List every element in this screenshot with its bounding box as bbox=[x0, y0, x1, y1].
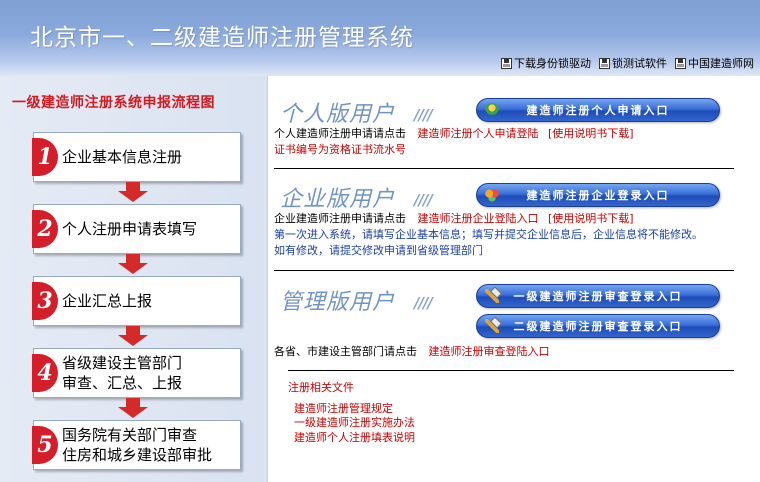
header-banner: 北京市一、二级建造师注册管理系统 下载身份锁驱动 锁测试软件 中国建造师网 bbox=[0, 0, 760, 76]
docs-title: 注册相关文件 bbox=[288, 381, 354, 394]
down-arrow-icon bbox=[118, 254, 148, 274]
enterprise-note-2: 如有修改，请提交修改申请到省级管理部门 bbox=[274, 244, 483, 257]
enterprise-line: 企业建造师注册申请请点击 建造师注册企业登陆入口 [使用说明书下载] bbox=[274, 211, 634, 227]
personal-apply-button-label: 建造师注册个人申请入口 bbox=[526, 104, 670, 117]
lock-test-software-label: 锁测试软件 bbox=[612, 57, 667, 70]
personal-login-link[interactable]: 建造师注册个人申请登陆 bbox=[418, 127, 539, 140]
download-lock-driver-link[interactable]: 下载身份锁驱动 bbox=[501, 55, 591, 71]
enterprise-section-title: 企业版用户 bbox=[280, 187, 396, 212]
step-number: 1 bbox=[32, 138, 58, 176]
page-title: 北京市一、二级建造师注册管理系统 bbox=[30, 25, 414, 51]
flow-step-5: 5 国务院有关部门审查 住房和城乡建设部审批 bbox=[32, 420, 241, 470]
enterprise-login-button-label: 建造师注册企业登录入口 bbox=[526, 189, 670, 202]
step-number: 4 bbox=[32, 354, 58, 392]
enterprise-note-1: 第一次进入系统，请填写企业基本信息；填写并提交企业信息后，企业信息将不能修改。 bbox=[274, 228, 703, 241]
admin-instruction: 各省、市建设主管部门请点击 bbox=[274, 345, 417, 358]
header-links: 下载身份锁驱动 锁测试软件 中国建造师网 bbox=[501, 55, 754, 71]
flow-step-1: 1 企业基本信息注册 bbox=[32, 132, 241, 182]
down-arrow-icon bbox=[118, 326, 148, 346]
level2-review-button-label: 二级建造师注册审查登录入口 bbox=[513, 320, 683, 333]
floppy-icon bbox=[675, 57, 686, 69]
enterprise-login-link[interactable]: 建造师注册企业登陆入口 bbox=[418, 212, 539, 225]
step-label: 国务院有关部门审查 住房和城乡建设部审批 bbox=[62, 426, 213, 464]
step-number: 2 bbox=[32, 210, 58, 248]
enterprise-manual-link[interactable]: [使用说明书下载] bbox=[548, 212, 634, 225]
china-constructor-site-link[interactable]: 中国建造师网 bbox=[675, 55, 754, 71]
step-label: 省级建设主管部门 审查、汇总、上报 bbox=[62, 354, 183, 392]
download-lock-driver-label: 下载身份锁驱动 bbox=[514, 57, 591, 70]
step-number: 3 bbox=[32, 282, 58, 320]
hammer-icon bbox=[485, 289, 499, 303]
level1-review-login-button[interactable]: 一级建造师注册审查登录入口 bbox=[476, 284, 720, 308]
step-label: 企业汇总上报 bbox=[62, 292, 153, 310]
down-arrow-icon bbox=[118, 398, 148, 418]
personal-line: 个人建造师注册申请请点击 建造师注册个人申请登陆 [使用说明书下载] bbox=[274, 126, 634, 142]
group-icon bbox=[485, 188, 499, 202]
level1-review-button-label: 一级建造师注册审查登录入口 bbox=[513, 290, 683, 303]
personal-note: 证书编号为资格证书流水号 bbox=[274, 143, 406, 156]
personal-section-title: 个人版用户 bbox=[280, 102, 396, 127]
step-number: 5 bbox=[32, 426, 58, 464]
step-label: 企业基本信息注册 bbox=[62, 148, 183, 166]
lock-test-software-link[interactable]: 锁测试软件 bbox=[599, 55, 667, 71]
divider bbox=[274, 168, 734, 169]
flow-step-4: 4 省级建设主管部门 审查、汇总、上报 bbox=[32, 348, 241, 398]
divider bbox=[274, 270, 734, 271]
divider bbox=[288, 370, 734, 371]
personal-instruction: 个人建造师注册申请请点击 bbox=[274, 127, 406, 140]
hammer-icon bbox=[485, 319, 499, 333]
flow-title: 一级建造师注册系统申报流程图 bbox=[12, 95, 215, 111]
doc-link-level1-implementation[interactable]: 一级建造师注册实施办法 bbox=[294, 415, 415, 431]
admin-section-title: 管理版用户 bbox=[280, 290, 396, 315]
enterprise-login-button[interactable]: 建造师注册企业登录入口 bbox=[476, 183, 720, 207]
china-constructor-site-label: 中国建造师网 bbox=[688, 57, 754, 70]
personal-manual-link[interactable]: [使用说明书下载] bbox=[548, 127, 634, 140]
personal-apply-button[interactable]: 建造师注册个人申请入口 bbox=[476, 98, 720, 122]
person-icon bbox=[485, 103, 499, 117]
down-arrow-icon bbox=[118, 182, 148, 202]
slash-decoration: //// bbox=[414, 294, 433, 312]
flow-step-3: 3 企业汇总上报 bbox=[32, 276, 241, 326]
step-label: 个人注册申请表填写 bbox=[62, 220, 198, 238]
enterprise-instruction: 企业建造师注册申请请点击 bbox=[274, 212, 406, 225]
floppy-icon bbox=[501, 57, 512, 69]
floppy-icon bbox=[599, 57, 610, 69]
flow-step-2: 2 个人注册申请表填写 bbox=[32, 204, 241, 254]
admin-line: 各省、市建设主管部门请点击 建造师注册审查登陆入口 bbox=[274, 344, 550, 360]
level2-review-login-button[interactable]: 二级建造师注册审查登录入口 bbox=[476, 314, 720, 338]
doc-link-form-instructions[interactable]: 建造师个人注册填表说明 bbox=[294, 430, 415, 446]
admin-review-login-link[interactable]: 建造师注册审查登陆入口 bbox=[429, 345, 550, 358]
slash-decoration: //// bbox=[414, 106, 433, 124]
slash-decoration: //// bbox=[414, 191, 433, 209]
